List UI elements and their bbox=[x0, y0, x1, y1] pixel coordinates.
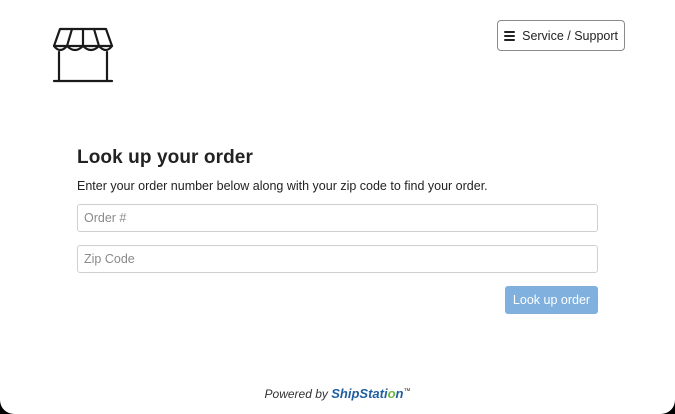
shipstation-logo[interactable]: ShipStation bbox=[331, 386, 403, 401]
trademark-symbol: ™ bbox=[403, 388, 411, 395]
zip-code-input[interactable] bbox=[77, 245, 598, 273]
page-instructions: Enter your order number below along with… bbox=[77, 179, 488, 193]
service-support-label: Service / Support bbox=[522, 28, 618, 43]
powered-by-footer: Powered by ShipStation™ bbox=[0, 386, 675, 401]
brand-prefix: ShipStati bbox=[331, 386, 388, 401]
storefront-icon bbox=[52, 27, 114, 83]
order-number-input[interactable] bbox=[77, 204, 598, 232]
brand-accent: o bbox=[387, 386, 396, 401]
hamburger-icon bbox=[504, 30, 516, 41]
look-up-order-button[interactable]: Look up order bbox=[505, 286, 598, 314]
service-support-button[interactable]: Service / Support bbox=[497, 20, 625, 51]
powered-by-text: Powered by bbox=[264, 387, 328, 401]
page-title: Look up your order bbox=[77, 147, 253, 168]
order-lookup-page: Service / Support Look up your order Ent… bbox=[0, 0, 675, 414]
